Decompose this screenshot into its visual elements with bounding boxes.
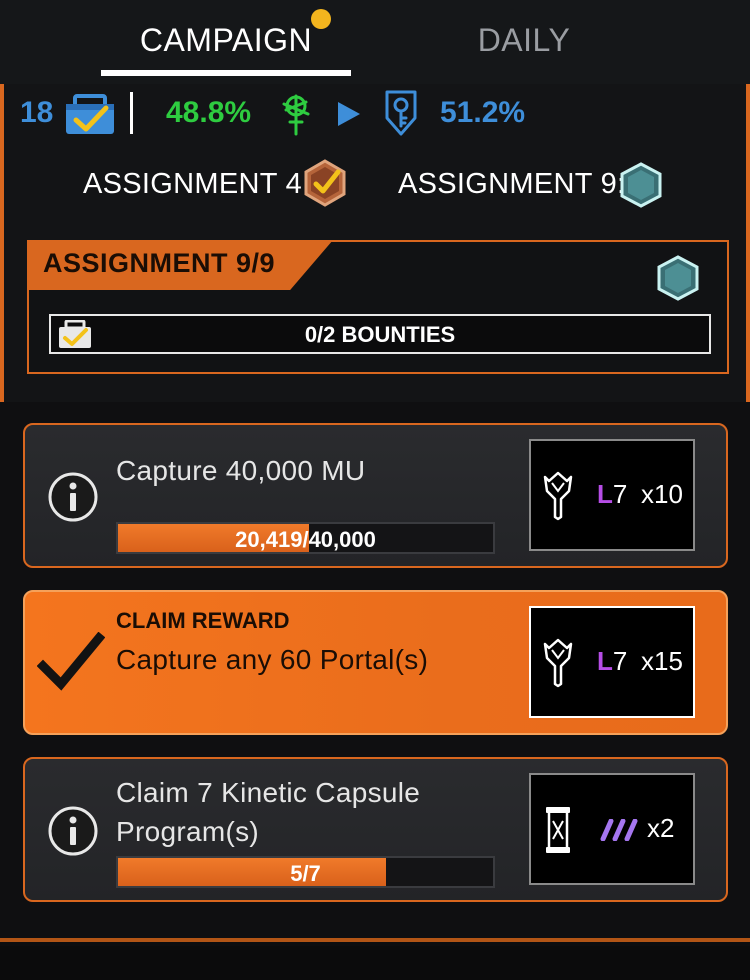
- progress-total: 40,000: [308, 527, 376, 552]
- level-letter: L: [597, 646, 613, 676]
- medal-icon: [304, 159, 346, 207]
- bottom-strip: [0, 946, 750, 980]
- xmp-burster-icon: [543, 471, 573, 521]
- checkmark-icon: [37, 632, 105, 691]
- reward-box: L7 x15: [529, 606, 695, 718]
- task-card-claimable[interactable]: CLAIM REWARD Capture any 60 Portal(s) L7…: [23, 590, 728, 735]
- kinetic-capsule-icon: [546, 807, 570, 853]
- tab-daily[interactable]: DAILY: [400, 22, 648, 62]
- assignment-title: ASSIGNMENT 9/9: [43, 248, 276, 278]
- progress-text: 20,419/40,000: [235, 527, 376, 552]
- enlightened-percent: 48.8%: [166, 96, 252, 129]
- next-assignment-label: ASSIGNMENT 9:: [398, 168, 626, 200]
- arrow-right-icon: [338, 102, 360, 126]
- task-card[interactable]: Claim 7 Kinetic Capsule Program(s) 5/7 x…: [23, 757, 728, 902]
- info-icon[interactable]: [47, 805, 99, 857]
- notification-dot: [311, 9, 331, 29]
- xmp-burster-icon: [543, 638, 573, 688]
- tab-active-underline: [101, 70, 351, 76]
- task-progress-bar: 5/7: [116, 856, 495, 888]
- tab-campaign[interactable]: CAMPAIGN: [100, 22, 352, 62]
- progress-done: 20,419: [235, 527, 303, 552]
- current-assignment-label: ASSIGNMENT 4:: [83, 168, 311, 200]
- faction-stats: 18 48.8% 51.2%: [4, 84, 746, 144]
- stat-divider: [130, 92, 133, 134]
- assignment-count: 18: [20, 96, 54, 129]
- task-progress-bar: 20,419/40,000: [116, 522, 495, 554]
- task-card[interactable]: Capture 40,000 MU 20,419/40,000 L7 x10: [23, 423, 728, 568]
- hexagon-icon: [620, 162, 662, 208]
- level-number: 7: [612, 479, 628, 509]
- briefcase-icon: [66, 94, 114, 134]
- enlightened-icon: [282, 94, 310, 136]
- reward-level: L7: [597, 479, 627, 510]
- reward-quantity: x10: [641, 479, 683, 509]
- claim-reward-label[interactable]: CLAIM REWARD: [116, 608, 290, 634]
- level-number: 7: [612, 646, 628, 676]
- assignment-banner: ASSIGNMENT 9/9: [27, 240, 333, 290]
- hexagon-icon: [657, 255, 699, 301]
- reward-quantity: x15: [641, 646, 683, 676]
- bounties-bar[interactable]: 0/2 BOUNTIES: [49, 314, 711, 354]
- resistance-percent: 51.2%: [440, 96, 526, 129]
- level-letter: L: [597, 479, 613, 509]
- bounties-text: 0/2 BOUNTIES: [304, 322, 456, 347]
- reward-box: x2: [529, 773, 695, 885]
- progress-text: 5/7: [290, 861, 321, 886]
- task-title: Capture 40,000 MU: [116, 455, 366, 486]
- task-title: Capture any 60 Portal(s): [116, 644, 429, 675]
- tab-bar: CAMPAIGN DAILY: [0, 0, 750, 84]
- reward-box: L7 x10: [529, 439, 695, 551]
- task-title: Claim 7 Kinetic Capsule Program(s): [116, 777, 421, 847]
- info-icon[interactable]: [47, 471, 99, 523]
- task-list: Capture 40,000 MU 20,419/40,000 L7 x10 C…: [0, 402, 750, 942]
- rarity-stripes-icon: [600, 819, 638, 841]
- reward-level: L7: [597, 646, 627, 677]
- campaign-panel: 18 48.8% 51.2% ASSIGNMENT 4: ASSIGNMENT …: [0, 84, 750, 402]
- assignment-box: ASSIGNMENT 9/9 0/2 BOUNTIES: [27, 240, 729, 374]
- resistance-icon: [385, 90, 417, 136]
- reward-quantity: x2: [647, 813, 675, 843]
